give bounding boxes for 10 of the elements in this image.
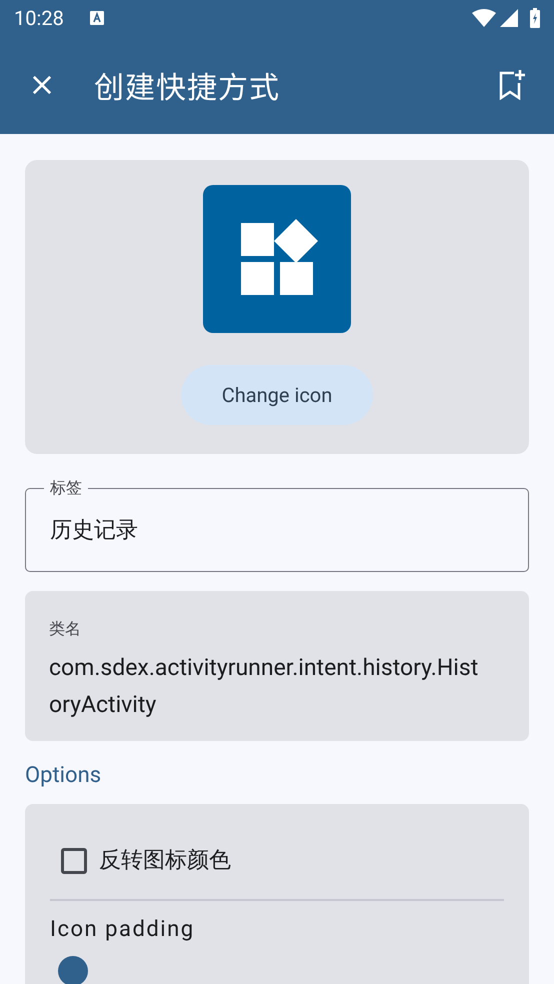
class-name-value: com.sdex.activityrunner.intent.history.HistoryActivity (49, 653, 480, 720)
app-bar-title: 创建快捷方式 (94, 62, 280, 108)
options-heading: Options (25, 762, 102, 790)
padding-label: Icon padding (50, 916, 196, 944)
status-time: 10:28 (14, 5, 64, 32)
field-label: 标签 (49, 477, 83, 499)
class-name-label: 类名 (49, 618, 82, 640)
field-value: 历史记录 (49, 517, 139, 545)
checkbox-label: 反转图标颜色 (99, 847, 231, 875)
change-icon-button[interactable]: Change icon (181, 365, 373, 425)
